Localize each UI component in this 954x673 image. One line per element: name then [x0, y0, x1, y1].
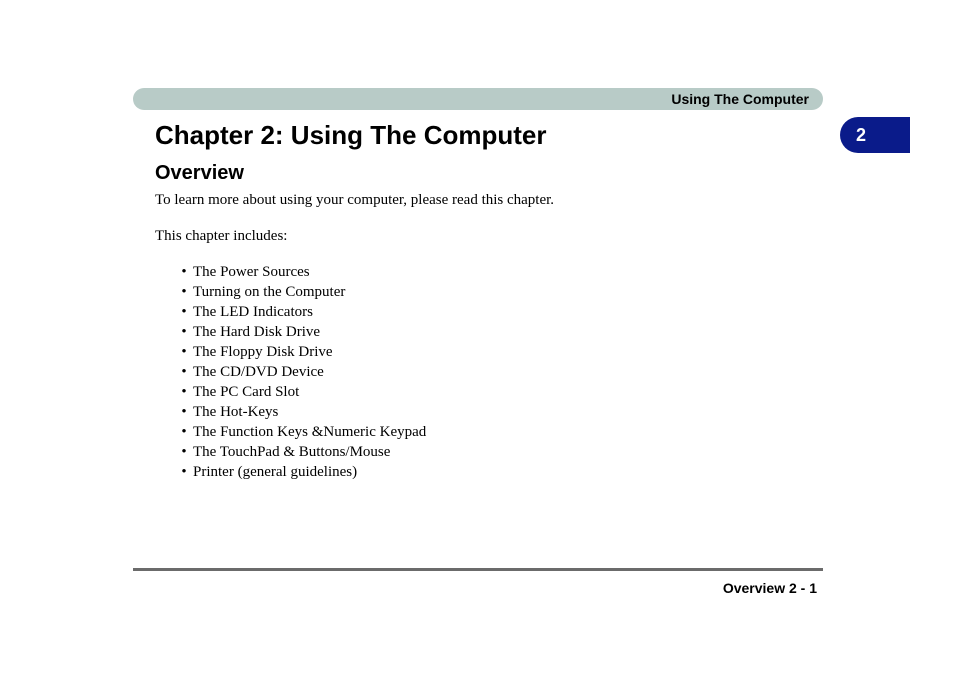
section-heading: Overview	[155, 162, 244, 185]
list-item-text: Printer (general guidelines)	[193, 464, 357, 480]
list-item: •Printer (general guidelines)	[175, 462, 426, 482]
bullet-icon: •	[175, 322, 193, 342]
list-item: •The Hot-Keys	[175, 402, 426, 422]
page: Using The Computer 2 Chapter 2: Using Th…	[0, 0, 954, 673]
list-item-text: The Hard Disk Drive	[193, 324, 320, 340]
bullet-icon: •	[175, 342, 193, 362]
bullet-icon: •	[175, 442, 193, 462]
list-item: •The Function Keys &Numeric Keypad	[175, 422, 426, 442]
list-item-text: The Floppy Disk Drive	[193, 344, 333, 360]
list-item: •The PC Card Slot	[175, 382, 426, 402]
list-item-text: The LED Indicators	[193, 304, 313, 320]
footer-rule	[133, 568, 823, 571]
header-section-label: Using The Computer	[133, 88, 823, 110]
bullet-list: •The Power Sources •Turning on the Compu…	[175, 262, 426, 482]
list-item: •The Power Sources	[175, 262, 426, 282]
bullet-icon: •	[175, 302, 193, 322]
chapter-title: Chapter 2: Using The Computer	[155, 120, 546, 151]
list-item-text: The Hot-Keys	[193, 404, 278, 420]
list-item-text: The CD/DVD Device	[193, 364, 324, 380]
chapter-tab: 2	[840, 117, 910, 153]
list-item-text: The PC Card Slot	[193, 384, 299, 400]
list-item: •The LED Indicators	[175, 302, 426, 322]
bullet-icon: •	[175, 262, 193, 282]
list-item-text: The TouchPad & Buttons/Mouse	[193, 444, 390, 460]
bullet-icon: •	[175, 462, 193, 482]
list-item: •The Hard Disk Drive	[175, 322, 426, 342]
chapter-number: 2	[856, 125, 866, 145]
list-item: •The TouchPad & Buttons/Mouse	[175, 442, 426, 462]
list-item-text: The Function Keys &Numeric Keypad	[193, 424, 426, 440]
bullet-icon: •	[175, 402, 193, 422]
list-item-text: The Power Sources	[193, 264, 310, 280]
includes-label: This chapter includes:	[155, 228, 287, 245]
list-item-text: Turning on the Computer	[193, 284, 345, 300]
bullet-icon: •	[175, 282, 193, 302]
footer-page-label: Overview 2 - 1	[133, 580, 823, 596]
list-item: •Turning on the Computer	[175, 282, 426, 302]
intro-paragraph: To learn more about using your computer,…	[155, 192, 554, 209]
list-item: •The CD/DVD Device	[175, 362, 426, 382]
bullet-icon: •	[175, 362, 193, 382]
list-item: •The Floppy Disk Drive	[175, 342, 426, 362]
bullet-icon: •	[175, 382, 193, 402]
bullet-icon: •	[175, 422, 193, 442]
